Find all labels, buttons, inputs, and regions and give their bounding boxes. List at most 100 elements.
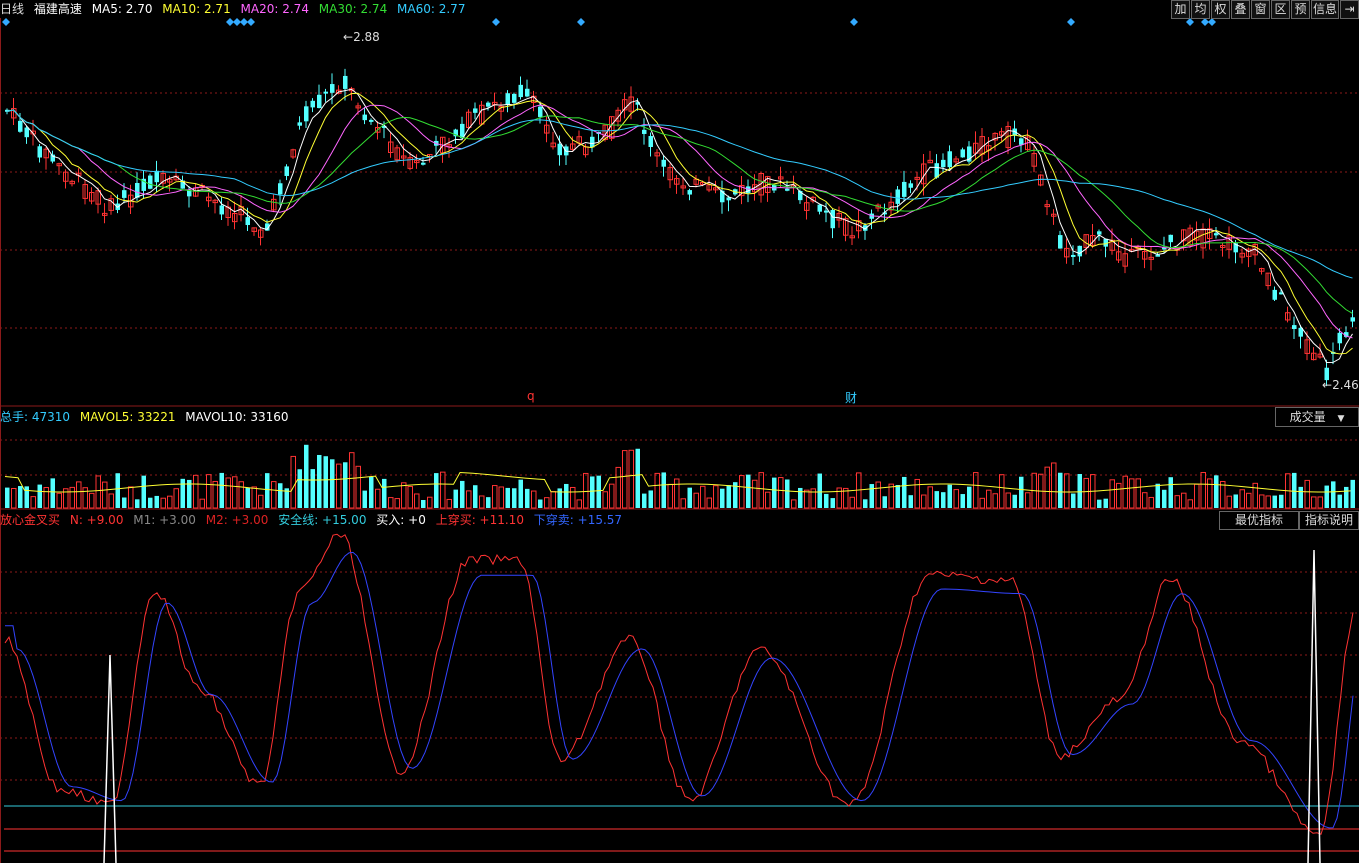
- volume-bar[interactable]: [1298, 486, 1304, 508]
- candle-body[interactable]: [219, 205, 225, 215]
- volume-bar[interactable]: [902, 476, 907, 508]
- volume-bar[interactable]: [219, 472, 225, 508]
- event-marker-diamond[interactable]: [1201, 18, 1209, 26]
- volume-bar[interactable]: [349, 452, 355, 509]
- candle-body[interactable]: [505, 93, 511, 105]
- volume-bar[interactable]: [1226, 495, 1232, 509]
- volume-bar[interactable]: [1148, 496, 1154, 509]
- volume-bar[interactable]: [394, 498, 400, 509]
- volume-dropdown[interactable]: 成交量 ▼: [1275, 407, 1359, 427]
- volume-bar[interactable]: [355, 465, 361, 509]
- volume-bar[interactable]: [434, 473, 439, 508]
- volume-bar[interactable]: [635, 448, 641, 508]
- volume-bar[interactable]: [56, 492, 62, 509]
- volume-bar[interactable]: [934, 491, 940, 508]
- volume-bar[interactable]: [1162, 489, 1167, 508]
- volume-bar[interactable]: [713, 485, 719, 509]
- candle-body[interactable]: [590, 136, 595, 148]
- volume-bar[interactable]: [251, 486, 257, 509]
- volume-bar[interactable]: [921, 494, 927, 509]
- volume-bar[interactable]: [460, 480, 465, 508]
- volume-bar[interactable]: [1304, 479, 1310, 509]
- candle-body[interactable]: [1058, 235, 1063, 249]
- event-marker-diamond[interactable]: [233, 18, 241, 26]
- volume-bar[interactable]: [69, 486, 75, 509]
- volume-bar[interactable]: [160, 497, 166, 509]
- volume-bar[interactable]: [1317, 496, 1323, 509]
- volume-bar[interactable]: [752, 479, 758, 509]
- volume-bar[interactable]: [1005, 492, 1011, 509]
- candle-body[interactable]: [824, 210, 829, 213]
- indicator-name[interactable]: 放心金叉买: [0, 513, 60, 527]
- volume-bar[interactable]: [642, 493, 647, 508]
- toolbar-average-button[interactable]: 均: [1191, 0, 1210, 19]
- volume-bar[interactable]: [557, 488, 563, 508]
- volume-bar[interactable]: [193, 474, 199, 509]
- volume-bar[interactable]: [1181, 492, 1187, 509]
- volume-bar[interactable]: [382, 478, 387, 508]
- volume-bar[interactable]: [1337, 494, 1343, 508]
- volume-bar[interactable]: [746, 474, 751, 508]
- chart-canvas[interactable]: [0, 0, 1359, 863]
- volume-bar[interactable]: [466, 490, 472, 509]
- event-marker-diamond[interactable]: [1186, 18, 1194, 26]
- volume-bar[interactable]: [297, 469, 303, 508]
- volume-bar[interactable]: [947, 484, 953, 508]
- volume-bar[interactable]: [102, 481, 108, 509]
- candle-body[interactable]: [343, 75, 348, 89]
- volume-bar[interactable]: [596, 475, 602, 508]
- candle-body[interactable]: [297, 122, 303, 126]
- candle-body[interactable]: [512, 93, 517, 103]
- volume-bar[interactable]: [1194, 483, 1200, 509]
- event-marker-diamond[interactable]: [1067, 18, 1075, 26]
- volume-bar[interactable]: [18, 486, 23, 508]
- volume-bar[interactable]: [1239, 489, 1245, 509]
- candle-body[interactable]: [1337, 332, 1343, 344]
- volume-bar[interactable]: [388, 497, 394, 509]
- toolbar-add-button[interactable]: 加: [1171, 0, 1190, 19]
- volume-bar[interactable]: [583, 472, 589, 509]
- volume-bar[interactable]: [453, 489, 459, 508]
- volume-bar[interactable]: [135, 499, 140, 508]
- volume-bar[interactable]: [518, 479, 524, 508]
- volume-bar[interactable]: [336, 463, 342, 509]
- volume-bar[interactable]: [1071, 493, 1076, 508]
- candle-body[interactable]: [1272, 289, 1278, 300]
- candle-body[interactable]: [1350, 317, 1356, 322]
- volume-bar[interactable]: [758, 472, 764, 509]
- volume-bar[interactable]: [199, 498, 205, 509]
- candle-body[interactable]: [278, 183, 283, 195]
- volume-bar[interactable]: [1129, 478, 1135, 509]
- volume-bar[interactable]: [1122, 475, 1128, 509]
- volume-bar[interactable]: [1259, 494, 1265, 509]
- volume-bar[interactable]: [602, 491, 608, 509]
- volume-bar[interactable]: [927, 486, 933, 509]
- candle-body[interactable]: [284, 166, 290, 176]
- volume-bar[interactable]: [648, 490, 654, 508]
- volume-bar[interactable]: [654, 472, 660, 509]
- candle-body[interactable]: [304, 106, 309, 122]
- volume-bar[interactable]: [576, 499, 582, 509]
- candle-body[interactable]: [902, 181, 907, 197]
- volume-bar[interactable]: [1077, 474, 1083, 508]
- toolbar-exit-icon[interactable]: ⇥: [1340, 0, 1359, 19]
- volume-bar[interactable]: [1168, 477, 1174, 508]
- event-marker-diamond[interactable]: [240, 18, 248, 26]
- volume-bar[interactable]: [206, 474, 212, 509]
- volume-bar[interactable]: [1109, 479, 1115, 509]
- candle-body[interactable]: [525, 88, 530, 97]
- candle-body[interactable]: [1077, 245, 1083, 257]
- volume-bar[interactable]: [817, 473, 823, 508]
- volume-bar[interactable]: [667, 483, 673, 509]
- candle-body[interactable]: [895, 189, 901, 204]
- volume-bar[interactable]: [122, 497, 127, 508]
- volume-bar[interactable]: [564, 483, 569, 508]
- volume-bar[interactable]: [960, 494, 966, 508]
- toolbar-forecast-button[interactable]: 预: [1291, 0, 1310, 19]
- volume-bar[interactable]: [785, 479, 790, 508]
- indicator-help-button[interactable]: 指标说明: [1299, 511, 1359, 530]
- finance-mark[interactable]: 财: [845, 389, 857, 406]
- candle-body[interactable]: [941, 159, 946, 168]
- volume-bar[interactable]: [414, 493, 420, 509]
- volume-bar[interactable]: [512, 488, 517, 508]
